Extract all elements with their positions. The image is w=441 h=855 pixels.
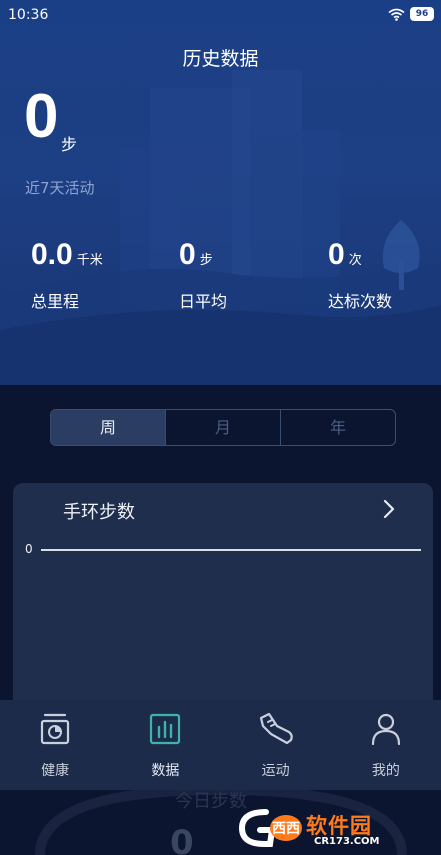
card-title: 手环步数 <box>63 502 135 523</box>
watermark-logo-icon: 西西 <box>238 809 302 847</box>
sneaker-icon <box>259 712 293 745</box>
tabbar-item-sport[interactable]: 运动 <box>221 700 331 790</box>
scale-icon <box>41 713 70 745</box>
watermark-site: CR173.COM <box>314 836 380 847</box>
stat-daily-average: 0步 日平均 <box>179 238 227 311</box>
background-value: 0 <box>170 823 194 855</box>
stat-goal-count: 0次 达标次数 <box>328 238 392 311</box>
stat-average-label: 日平均 <box>179 292 228 311</box>
status-bar: 10:36 96 <box>0 0 441 30</box>
stat-goal-unit: 次 <box>348 253 362 268</box>
svg-text:西西: 西西 <box>272 821 300 837</box>
battery-indicator: 96 <box>410 7 434 21</box>
stat-distance-value: 0.0 <box>31 238 73 271</box>
bar-chart-icon <box>150 713 181 745</box>
stat-distance-label: 总里程 <box>31 292 80 311</box>
tab-week[interactable]: 周 <box>51 410 165 445</box>
tabbar-label-me: 我的 <box>371 763 400 779</box>
steps-total-value: 0 <box>24 82 59 151</box>
tabbar-label-health: 健康 <box>41 763 70 779</box>
stat-average-unit: 步 <box>199 253 213 268</box>
stat-average-value: 0 <box>179 238 196 271</box>
chart-zero-line <box>41 549 421 551</box>
tabbar-label-sport: 运动 <box>261 763 290 779</box>
steps-total-unit: 步 <box>61 135 78 154</box>
tabbar-item-data[interactable]: 数据 <box>110 700 220 790</box>
tab-month[interactable]: 月 <box>165 410 280 445</box>
period-segmented-control: 周 月 年 <box>50 409 396 446</box>
chevron-right-icon[interactable] <box>383 499 395 519</box>
bottom-tab-bar: 健康 数据 运动 我的 <box>0 700 441 790</box>
tabbar-item-health[interactable]: 健康 <box>0 700 110 790</box>
site-watermark: 西西 软件园 CR173.COM <box>236 806 436 850</box>
stat-distance-unit: 千米 <box>76 253 103 268</box>
stat-goal-label: 达标次数 <box>328 292 393 311</box>
status-time: 10:36 <box>8 7 49 23</box>
chart-axis-zero-label: 0 <box>25 542 33 556</box>
stat-goal-value: 0 <box>328 238 345 271</box>
period-subtitle: 近7天活动 <box>25 179 95 197</box>
tabbar-item-me[interactable]: 我的 <box>331 700 441 790</box>
person-icon <box>371 713 400 746</box>
wifi-icon <box>388 8 405 21</box>
stat-distance: 0.0 千米 总里程 <box>31 238 103 311</box>
page-title: 历史数据 <box>182 48 259 70</box>
tab-year[interactable]: 年 <box>280 410 395 445</box>
tabbar-label-data: 数据 <box>151 763 180 779</box>
